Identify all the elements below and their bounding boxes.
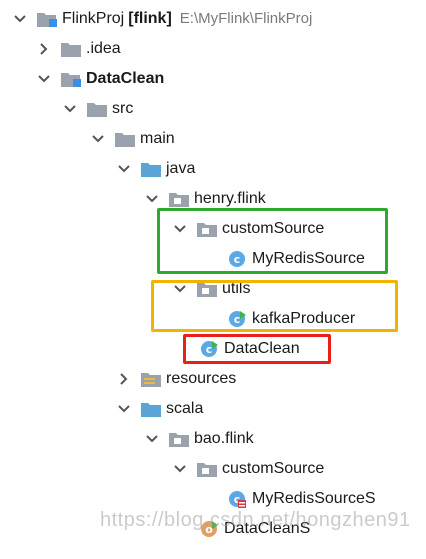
chevron-down-icon[interactable] xyxy=(116,401,132,417)
chevron-down-icon[interactable] xyxy=(90,131,106,147)
tree-row-datacleans[interactable]: o DataCleanS xyxy=(198,514,310,544)
package-label-bao-flink: bao.flink xyxy=(194,430,254,447)
chevron-down-icon[interactable] xyxy=(172,461,188,477)
folder-label-idea: .idea xyxy=(86,40,121,57)
package-icon xyxy=(168,430,190,448)
resources-folder-icon xyxy=(140,370,162,388)
folder-label-scala: scala xyxy=(166,400,204,417)
chevron-down-icon[interactable] xyxy=(116,161,132,177)
folder-icon xyxy=(60,40,82,58)
project-name: FlinkProj xyxy=(62,10,125,27)
highlight-box-red xyxy=(183,334,331,364)
tree-row-bao-flink[interactable]: bao.flink xyxy=(144,424,254,454)
folder-label-main: main xyxy=(140,130,175,147)
folder-icon xyxy=(86,100,108,118)
folder-label-src: src xyxy=(112,100,134,117)
chevron-right-icon[interactable] xyxy=(36,41,52,57)
source-folder-icon xyxy=(140,160,162,178)
chevron-down-icon[interactable] xyxy=(144,431,160,447)
module-folder-icon xyxy=(36,10,58,28)
chevron-right-icon[interactable] xyxy=(116,371,132,387)
chevron-down-icon[interactable] xyxy=(62,101,78,117)
project-tree: FlinkProj [flink] E:\MyFlink\FlinkProj .… xyxy=(0,0,426,559)
chevron-down-icon[interactable] xyxy=(36,71,52,87)
chevron-down-icon[interactable] xyxy=(12,11,28,27)
tree-row-flinkproj[interactable]: FlinkProj [flink] E:\MyFlink\FlinkProj xyxy=(12,4,312,34)
tree-row-idea[interactable]: .idea xyxy=(36,34,121,64)
package-label-customsource-scala: customSource xyxy=(222,460,325,477)
source-folder-icon xyxy=(140,400,162,418)
module-folder-icon xyxy=(60,70,82,88)
folder-icon xyxy=(114,130,136,148)
package-icon xyxy=(196,460,218,478)
folder-label-java: java xyxy=(166,160,196,177)
module-tag: [flink] xyxy=(128,10,172,27)
package-label-henry-flink: henry.flink xyxy=(194,190,266,207)
tree-row-java[interactable]: java xyxy=(116,154,195,184)
chevron-down-icon[interactable] xyxy=(144,191,160,207)
tree-row-src[interactable]: src xyxy=(62,94,133,124)
class-label-datacleans: DataCleanS xyxy=(224,520,311,537)
highlight-box-orange xyxy=(151,280,398,332)
module-label-dataclean: DataClean xyxy=(86,70,165,87)
folder-label-resources: resources xyxy=(166,370,237,387)
highlight-box-green xyxy=(157,208,388,274)
scala-class-icon: c xyxy=(226,490,248,508)
scala-object-icon: o xyxy=(198,520,220,538)
tree-row-scala[interactable]: scala xyxy=(116,394,203,424)
tree-row-customsource-scala[interactable]: customSource xyxy=(172,454,324,484)
tree-row-main[interactable]: main xyxy=(90,124,175,154)
project-path: E:\MyFlink\FlinkProj xyxy=(179,10,313,27)
tree-row-dataclean-module[interactable]: DataClean xyxy=(36,64,164,94)
tree-row-resources[interactable]: resources xyxy=(116,364,236,394)
package-icon xyxy=(168,190,190,208)
class-label-myredissources: MyRedisSourceS xyxy=(252,490,376,507)
tree-row-myredissources[interactable]: c MyRedisSourceS xyxy=(226,484,376,514)
